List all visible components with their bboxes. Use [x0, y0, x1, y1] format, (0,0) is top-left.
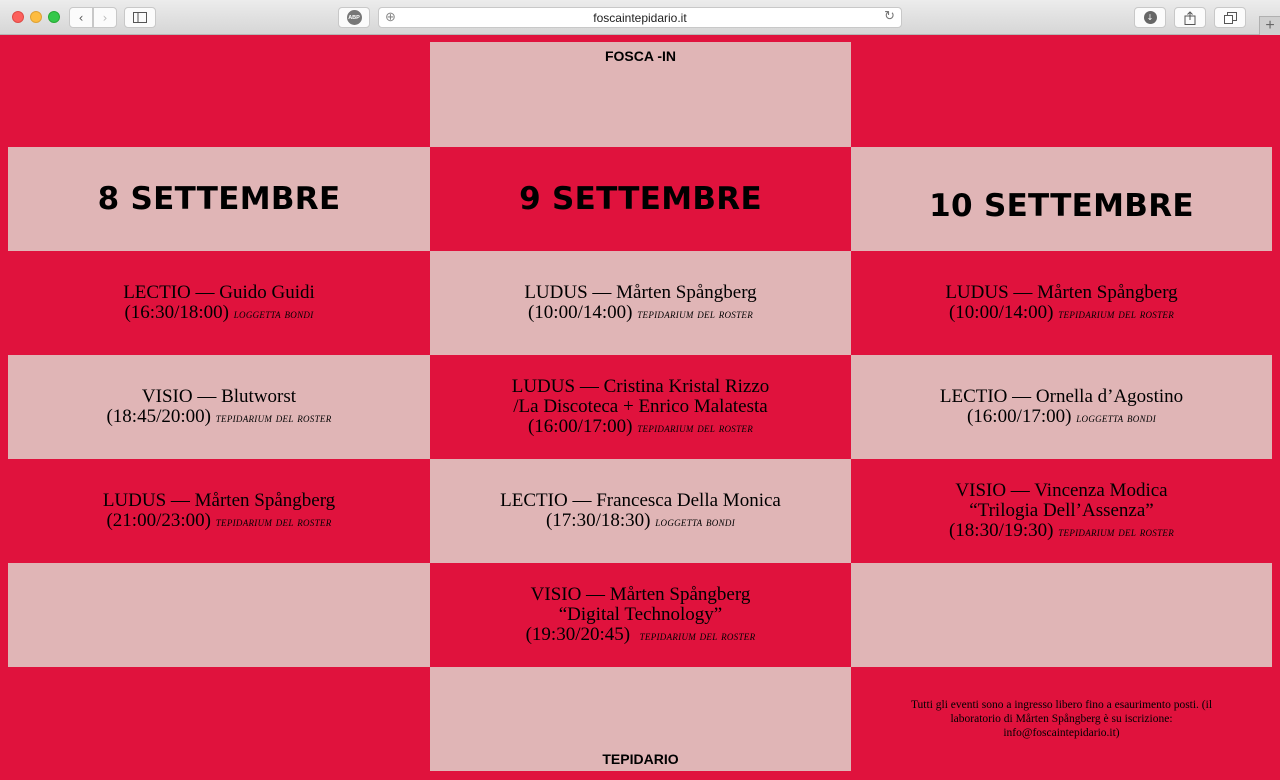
day-header-8: 8 SETTEMBRE — [8, 147, 430, 251]
day-title: 9 SETTEMBRE — [519, 181, 762, 217]
event-time: (10:00/14:00) — [527, 301, 633, 323]
event-title: VISIO — Vincenza Modica — [955, 479, 1168, 501]
add-bookmark-icon[interactable]: ⊕ — [385, 9, 396, 25]
day-header-10: 10 SETTEMBRE — [851, 147, 1272, 251]
event-title-line2: /La Discoteca + Enrico Malatesta — [513, 395, 768, 417]
event-title: LECTIO — Guido Guidi — [123, 281, 315, 303]
event: LUDUS — Mårten Spångberg (10:00/14:00) T… — [524, 281, 757, 324]
event: LUDUS — Mårten Spångberg (10:00/14:00) T… — [945, 281, 1178, 324]
event-location: Loggetta Bondi — [655, 513, 736, 529]
event-cell: LECTIO — Francesca Della Monica (17:30/1… — [430, 459, 851, 563]
info-cell: Tutti gli eventi sono a ingresso libero … — [851, 667, 1272, 771]
adblock-icon: ABP — [346, 10, 362, 25]
event-location: Loggetta Bondi — [233, 305, 314, 321]
event-location: Tepidarium del Roster — [1058, 305, 1175, 321]
event-time: (16:00/17:00) — [966, 405, 1072, 427]
reload-icon[interactable]: ↻ — [884, 9, 895, 24]
forward-button[interactable]: › — [93, 7, 117, 28]
event-location: Loggetta Bondi — [1076, 409, 1157, 425]
event: LECTIO — Guido Guidi (16:30/18:00) Logge… — [123, 281, 315, 324]
event-time: (16:30/18:00) — [124, 301, 229, 323]
browser-toolbar: ‹ › ABP ⊕ foscaintepidario.it ↻ ↓ + — [0, 0, 1280, 35]
event-location: Tepidarium del Roster — [215, 513, 332, 529]
show-tabs-button[interactable] — [1214, 7, 1246, 28]
event-time: (18:30/19:30) — [948, 519, 1054, 541]
event-time: (17:30/18:30) — [545, 509, 651, 531]
new-tab-icon: + — [1265, 17, 1275, 34]
site-logo-bottom: TEPIDARIO — [602, 751, 679, 767]
sidebar-icon — [133, 12, 147, 23]
event-location: Tepidarium del Roster — [215, 409, 332, 425]
tabs-icon — [1223, 11, 1237, 24]
event-title-line2: “Trilogia Dell’Assenza” — [969, 499, 1154, 521]
info-note: Tutti gli eventi sono a ingresso libero … — [910, 699, 1213, 739]
back-icon: ‹ — [78, 10, 84, 25]
event-title: LUDUS — Cristina Kristal Rizzo — [511, 375, 770, 397]
event-cell: LUDUS — Mårten Spångberg (10:00/14:00) T… — [430, 251, 851, 355]
event-cell: LUDUS — Cristina Kristal Rizzo /La Disco… — [430, 355, 851, 459]
day-title: 8 SETTEMBRE — [97, 181, 341, 217]
event: VISIO — Blutworst (18:45/20:00) Tepidari… — [106, 385, 332, 428]
event-time: (16:00/17:00) — [527, 415, 633, 437]
event-time: (18:45/20:00) — [106, 405, 211, 427]
zoom-window-icon[interactable] — [48, 11, 60, 23]
event-title: LECTIO — Ornella d’Agostino — [939, 385, 1184, 407]
event-time: (10:00/14:00) — [948, 301, 1054, 323]
event-title: LUDUS — Mårten Spångberg — [945, 281, 1178, 303]
new-tab-button[interactable]: + — [1259, 16, 1280, 35]
event-title: VISIO — Blutworst — [141, 385, 297, 407]
event-title: VISIO — Mårten Spångberg — [530, 583, 751, 605]
event: LECTIO — Ornella d’Agostino (16:00/17:00… — [939, 385, 1184, 428]
event-cell: LECTIO — Ornella d’Agostino (16:00/17:00… — [851, 355, 1272, 459]
event-location: Tepidarium del Roster — [1058, 523, 1175, 539]
event: LECTIO — Francesca Della Monica (17:30/1… — [500, 489, 781, 532]
address-bar[interactable]: ⊕ foscaintepidario.it ↻ — [378, 7, 902, 28]
share-button[interactable] — [1174, 7, 1206, 28]
day-title: 10 SETTEMBRE — [929, 188, 1194, 224]
event: LUDUS — Mårten Spångberg (21:00/23:00) T… — [102, 489, 336, 532]
download-icon: ↓ — [1143, 11, 1157, 24]
event-location: Tepidarium del Roster — [637, 305, 754, 321]
forward-icon: › — [102, 10, 108, 25]
grid-cell-empty — [851, 563, 1272, 667]
event-title: LUDUS — Mårten Spångberg — [102, 489, 336, 511]
close-window-icon[interactable] — [12, 11, 24, 23]
url-text: foscaintepidario.it — [593, 10, 687, 25]
grid-cell-empty — [0, 36, 430, 147]
event-cell: LECTIO — Guido Guidi (16:30/18:00) Logge… — [8, 251, 430, 355]
event-cell: LUDUS — Mårten Spångberg (21:00/23:00) T… — [8, 459, 430, 563]
event-cell: LUDUS — Mårten Spångberg (10:00/14:00) T… — [851, 251, 1272, 355]
event: VISIO — Vincenza Modica “Trilogia Dell’A… — [948, 479, 1175, 542]
event: LUDUS — Cristina Kristal Rizzo /La Disco… — [511, 375, 770, 438]
top-banner: FOSCA -IN — [430, 42, 851, 147]
share-icon — [1184, 10, 1196, 25]
site-logo-top: FOSCA -IN — [604, 48, 677, 64]
event-cell: VISIO — Blutworst (18:45/20:00) Tepidari… — [8, 355, 430, 459]
event-time: (19:30/20:45) — [525, 623, 631, 645]
event-title: LUDUS — Mårten Spångberg — [524, 281, 757, 303]
event-time: (21:00/23:00) — [106, 509, 211, 531]
event-location: Tepidarium del Roster — [637, 419, 754, 435]
sidebar-button[interactable] — [124, 7, 156, 28]
event: VISIO — Mårten Spångberg “Digital Techno… — [525, 583, 756, 646]
back-button[interactable]: ‹ — [69, 7, 93, 28]
event-cell: VISIO — Mårten Spångberg “Digital Techno… — [430, 563, 851, 667]
event-title-line2: “Digital Technology” — [558, 603, 723, 625]
grid-cell-empty — [8, 563, 430, 667]
adblock-button[interactable]: ABP — [338, 7, 370, 28]
downloads-button[interactable]: ↓ — [1134, 7, 1166, 28]
event-cell: VISIO — Vincenza Modica “Trilogia Dell’A… — [851, 459, 1272, 563]
minimize-window-icon[interactable] — [30, 11, 42, 23]
bottom-banner: TEPIDARIO — [430, 667, 851, 771]
day-header-9: 9 SETTEMBRE — [430, 147, 851, 251]
event-location: Tepidarium del Roster — [639, 627, 756, 643]
event-title: LECTIO — Francesca Della Monica — [500, 489, 781, 511]
